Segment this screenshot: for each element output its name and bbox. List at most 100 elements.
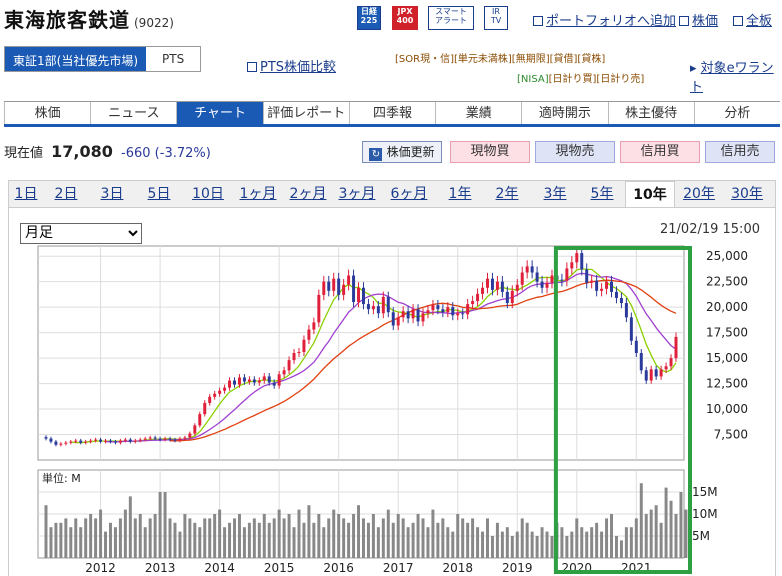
margin-sell-button[interactable]: 信用売 <box>705 141 775 163</box>
volume-bar <box>347 522 351 558</box>
tab-benefits[interactable]: 株主優待 <box>607 102 694 124</box>
candle-body <box>347 275 351 285</box>
volume-bar <box>302 522 306 558</box>
candle-body <box>639 353 643 371</box>
period-1[interactable]: 2日 <box>43 181 89 207</box>
candle-body <box>84 441 88 443</box>
volume-bar <box>228 522 232 558</box>
warrant-link[interactable]: ▸ 対象eワラント <box>690 57 782 95</box>
cash-buy-button[interactable]: 現物買 <box>450 141 530 163</box>
period-0[interactable]: 1日 <box>9 181 43 207</box>
candle-body <box>158 438 162 440</box>
volume-bar <box>525 522 529 558</box>
candle-body <box>208 396 212 403</box>
period-10[interactable]: 2年 <box>483 181 531 207</box>
volume-bar <box>411 522 415 558</box>
candle-body <box>352 275 356 303</box>
candle-body <box>610 281 613 292</box>
full-board-link[interactable]: 全板 <box>733 10 772 29</box>
current-price: 現在値 17,080 -660 (-3.72%) <box>4 142 211 161</box>
candle-body <box>540 281 544 288</box>
candle-body <box>560 279 564 281</box>
volume-bar <box>198 527 202 558</box>
candle-body <box>431 305 435 311</box>
candle-body <box>213 393 217 397</box>
pts-compare-link[interactable]: PTS株価比較 <box>247 56 336 75</box>
tab-disclosure[interactable]: 適時開示 <box>521 102 608 124</box>
candle-body <box>247 379 251 382</box>
irtv-badge[interactable]: IR TV <box>484 6 508 30</box>
period-11[interactable]: 3年 <box>531 181 579 207</box>
candle-body <box>168 438 172 440</box>
volume-bar <box>267 522 271 558</box>
candle-body <box>471 301 475 305</box>
jpx400-badge[interactable]: JPX 400 <box>392 6 418 30</box>
candle-body <box>337 278 341 295</box>
candle-body <box>242 377 246 382</box>
nikkei225-badge[interactable]: 日経 225 <box>357 6 381 30</box>
tab-analysis[interactable]: 分析 <box>693 102 780 124</box>
tab-earnings[interactable]: 業績 <box>435 102 522 124</box>
candle-body <box>99 439 103 442</box>
candle-body <box>649 369 653 381</box>
volume-bar <box>481 531 485 558</box>
stock-code: (9022) <box>134 16 174 30</box>
period-4[interactable]: 10日 <box>183 181 233 207</box>
y-tick-label: 25,000 <box>706 249 748 263</box>
y-tick-label: 20,000 <box>706 300 748 314</box>
period-14[interactable]: 20年 <box>675 181 723 207</box>
candle-body <box>486 278 489 288</box>
volume-bar <box>277 509 281 558</box>
candle-body <box>436 305 440 310</box>
candle-body <box>391 312 395 326</box>
period-15[interactable]: 30年 <box>723 181 771 207</box>
volume-bar <box>441 518 445 558</box>
period-12[interactable]: 5年 <box>579 181 625 207</box>
period-6[interactable]: 2ヶ月 <box>283 181 333 207</box>
tab-price[interactable]: 株価 <box>4 102 91 124</box>
volume-bar <box>490 536 494 558</box>
volume-bar <box>94 518 98 558</box>
x-tick-label: 2019 <box>502 561 533 575</box>
volume-bar <box>257 522 261 558</box>
volume-tick-label: 5M <box>692 529 710 543</box>
volume-bar <box>540 527 544 558</box>
candle-body <box>600 288 604 291</box>
volume-bar <box>570 531 574 558</box>
candle-body <box>69 441 73 443</box>
volume-bar <box>431 509 435 558</box>
period-5[interactable]: 1ヶ月 <box>233 181 283 207</box>
volume-bar <box>64 518 68 558</box>
market-pts-button[interactable]: PTS <box>146 47 201 71</box>
cash-sell-button[interactable]: 現物売 <box>535 141 615 163</box>
period-8[interactable]: 6ヶ月 <box>381 181 437 207</box>
candle-body <box>634 340 638 353</box>
volume-bar <box>332 509 336 558</box>
volume-bar <box>664 487 668 558</box>
portfolio-link[interactable]: ポートフォリオへ追加 <box>533 10 676 29</box>
tab-news[interactable]: ニュース <box>90 102 177 124</box>
tab-shikiho[interactable]: 四季報 <box>348 102 436 124</box>
refresh-price-button[interactable]: ↻ 株価更新 <box>362 141 442 163</box>
tab-report[interactable]: 評価レポート <box>262 102 349 124</box>
market-tse1-button[interactable]: 東証1部(当社優先市場) <box>5 47 146 71</box>
stock-price-link[interactable]: 株価 <box>679 10 718 29</box>
smart-alert-badge[interactable]: スマート アラート <box>428 6 474 30</box>
period-9[interactable]: 1年 <box>437 181 483 207</box>
volume-bar <box>461 518 465 558</box>
volume-bar <box>575 518 579 558</box>
volume-bar <box>486 518 489 558</box>
period-7[interactable]: 3ヶ月 <box>333 181 381 207</box>
period-2[interactable]: 3日 <box>89 181 135 207</box>
tab-chart[interactable]: チャート <box>176 102 263 124</box>
period-3[interactable]: 5日 <box>135 181 183 207</box>
candle-body <box>595 280 599 291</box>
candle-body <box>104 440 108 442</box>
margin-buy-button[interactable]: 信用買 <box>620 141 700 163</box>
volume-bar <box>183 514 187 558</box>
period-13[interactable]: 10年 <box>625 181 675 207</box>
candle-body <box>64 442 68 444</box>
volume-bar <box>565 536 569 558</box>
y-tick-label: 17,500 <box>706 326 748 340</box>
volume-bar <box>168 518 172 558</box>
